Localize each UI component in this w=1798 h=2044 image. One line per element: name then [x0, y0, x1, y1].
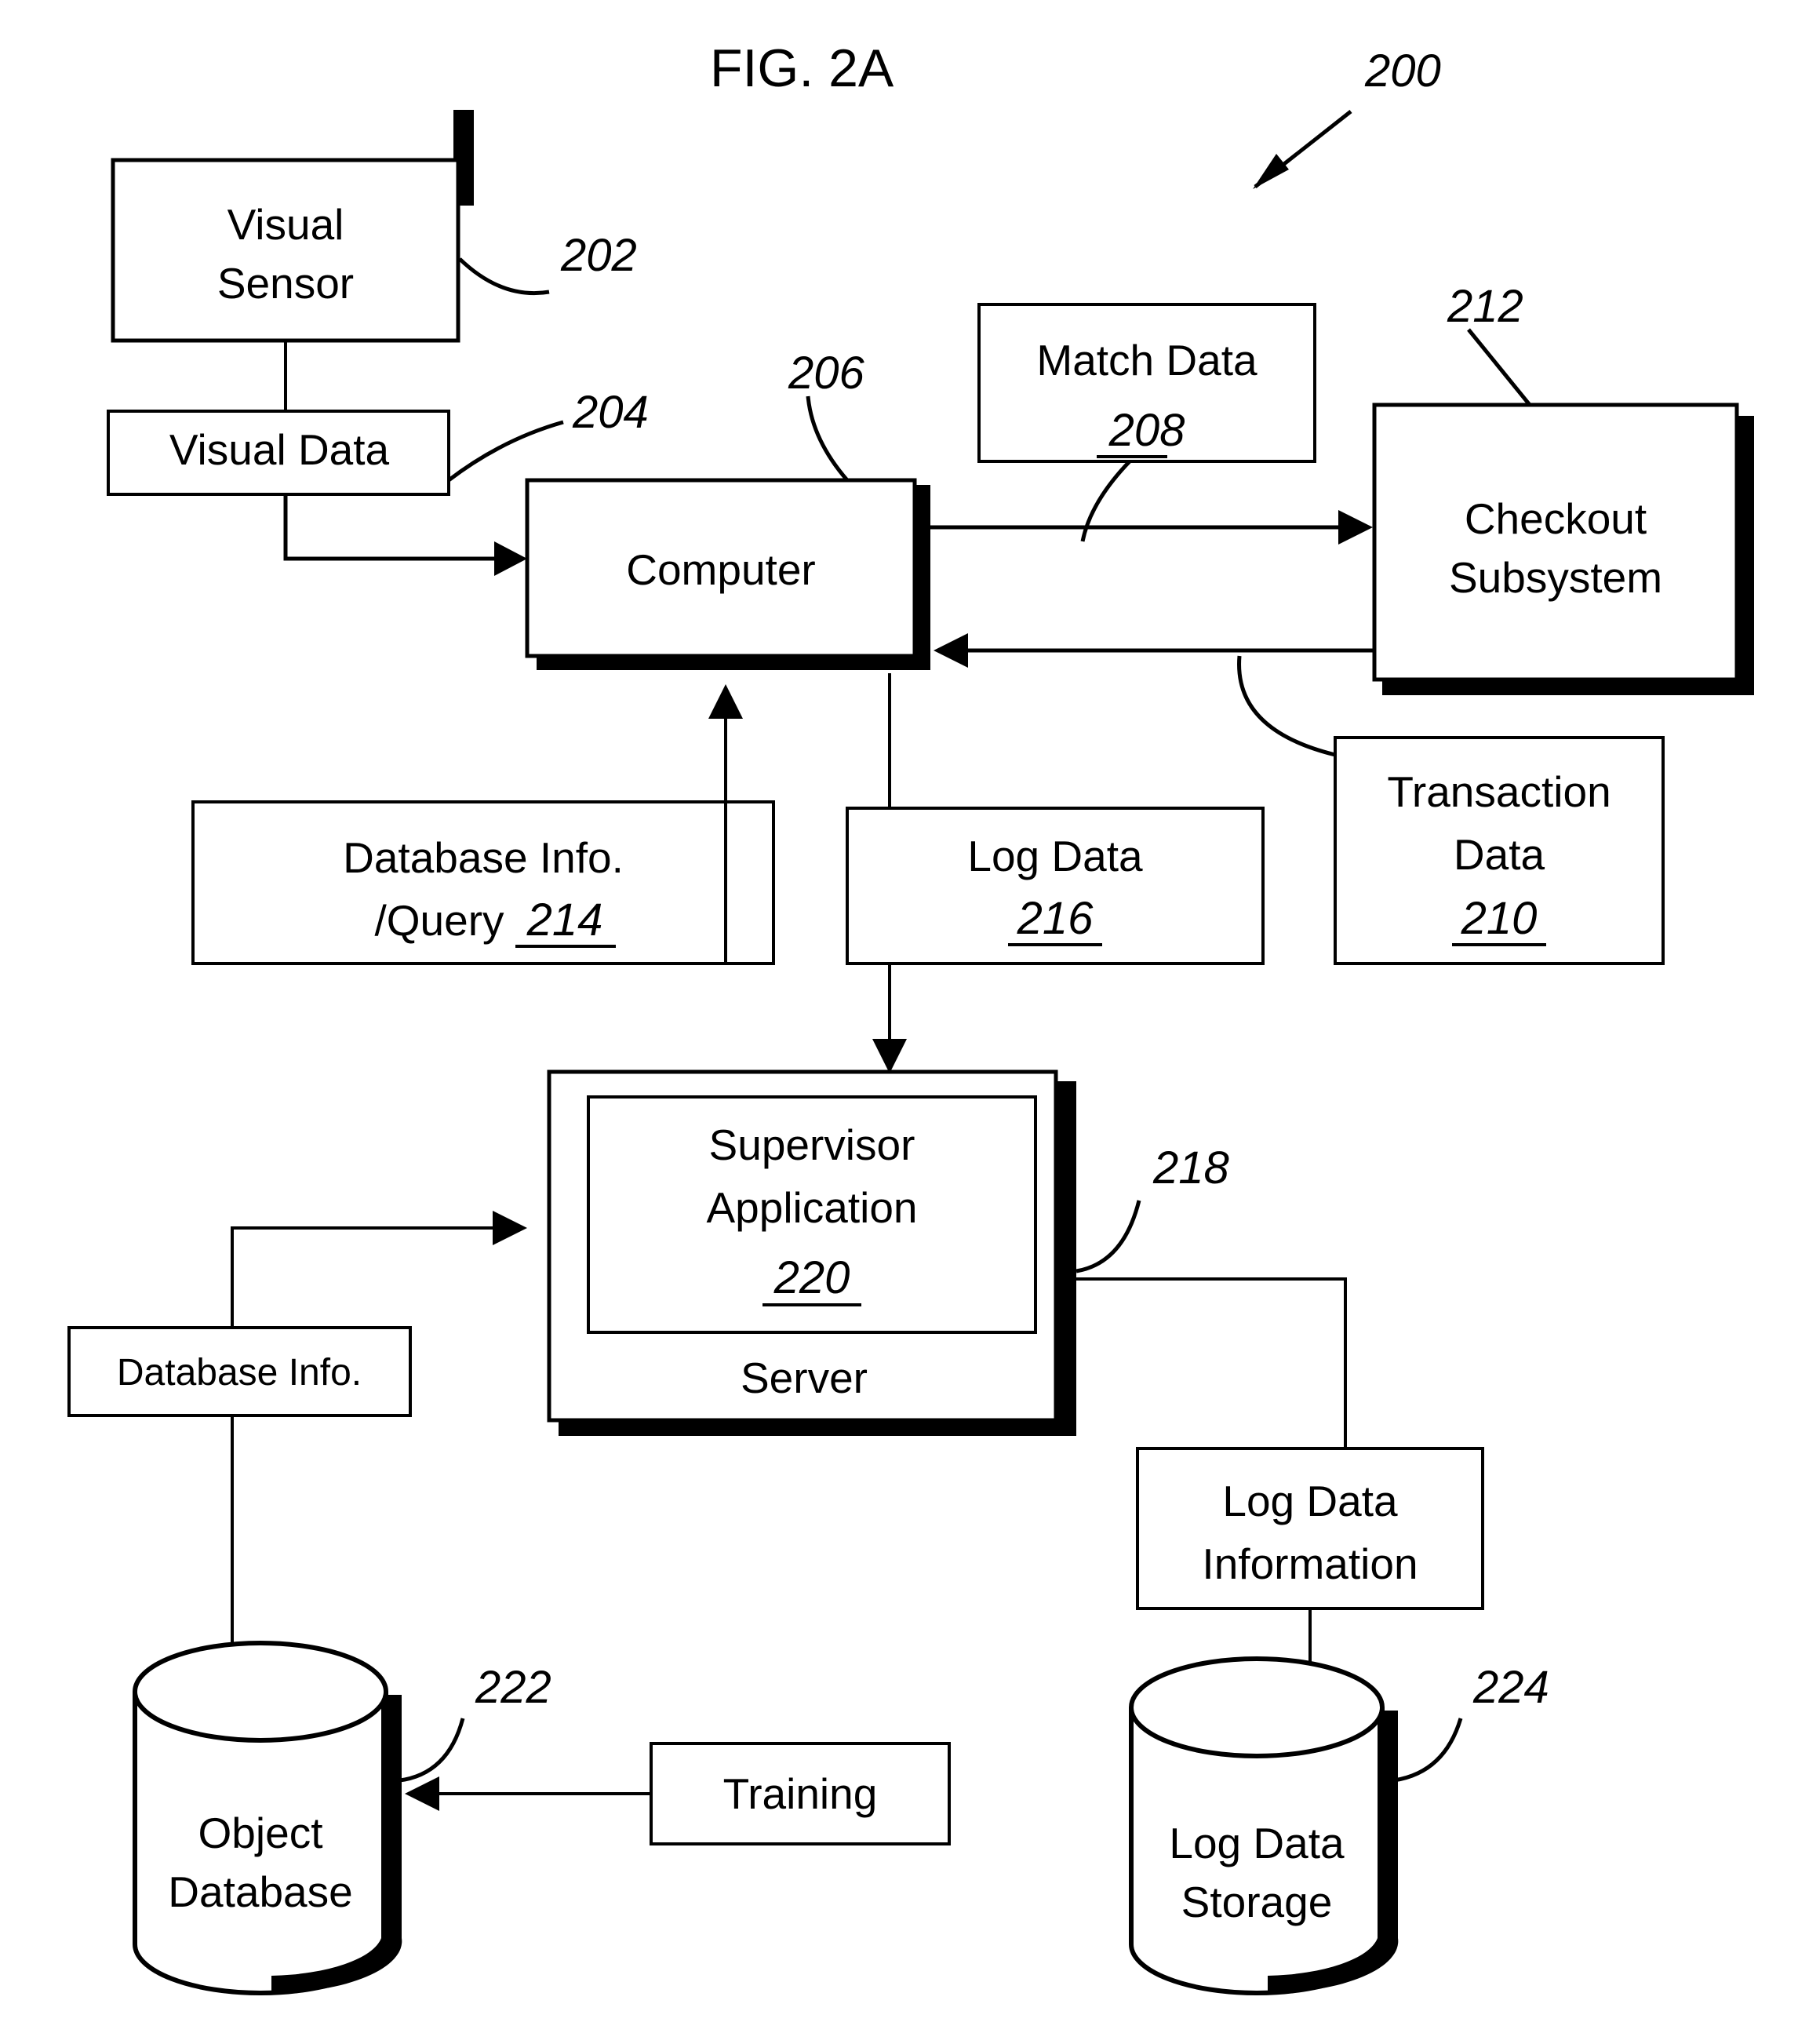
log-data-information-label-line2: Information	[1202, 1539, 1418, 1588]
leader-transaction-data	[1237, 655, 1336, 757]
ref-number-224: 224	[1472, 1662, 1549, 1713]
visual-sensor-label-line2: Sensor	[217, 259, 354, 308]
leader-204	[447, 420, 564, 482]
leader-202	[458, 257, 550, 296]
figure-canvas: FIG. 2A 200 Visual Sensor 202 Visual Dat…	[67, 38, 1754, 1995]
log-data-ref: 216	[1017, 893, 1094, 944]
ref-number-204: 204	[572, 387, 649, 438]
log-data-storage-label-line1: Log Data	[1169, 1819, 1345, 1867]
database-info-query-label-line1: Database Info.	[343, 833, 624, 882]
arrowhead-logdata-server	[872, 1039, 907, 1073]
patent-figure-2a: FIG. 2A 200 Visual Sensor 202 Visual Dat…	[0, 0, 1798, 2044]
ref-number-200: 200	[1364, 46, 1441, 97]
link-visualdata-to-computer	[283, 494, 506, 561]
visual-data-label: Visual Data	[169, 425, 390, 474]
transaction-data-ref: 210	[1461, 893, 1538, 944]
training-label: Training	[723, 1769, 878, 1818]
transaction-data-label-line2: Data	[1454, 830, 1545, 879]
leader-206	[806, 395, 849, 482]
checkout-subsystem-label-line2: Subsystem	[1449, 553, 1662, 602]
system-ref-arrowhead	[1253, 154, 1289, 189]
arrowhead-training-objectdb	[405, 1776, 439, 1811]
server-shadow-right	[1056, 1081, 1076, 1436]
supervisor-application-label-line1: Supervisor	[709, 1120, 915, 1169]
log-data-storage-cylinder-top	[1129, 1656, 1385, 1758]
leader-218	[1076, 1200, 1141, 1273]
log-data-label: Log Data	[967, 832, 1143, 880]
leader-222	[391, 1718, 465, 1783]
figure-title: FIG. 2A	[710, 38, 894, 98]
object-database-label-line2: Database	[168, 1867, 352, 1916]
ref-number-206: 206	[788, 348, 865, 399]
object-database-cylinder-top	[133, 1641, 388, 1743]
arrowhead-dbinfoquery-computer	[708, 684, 743, 719]
ref-number-222: 222	[475, 1662, 551, 1713]
match-data-ref: 208	[1108, 405, 1185, 456]
visual-sensor-label-line1: Visual	[227, 200, 344, 249]
arrowhead-computer-checkout	[1338, 510, 1373, 545]
ref-number-218: 218	[1152, 1142, 1229, 1193]
arrowhead-visualdata-computer	[494, 541, 527, 576]
arrowhead-checkout-computer	[934, 633, 968, 668]
transaction-data-label-line1: Transaction	[1387, 767, 1611, 816]
supervisor-application-ref: 220	[773, 1252, 850, 1303]
arrowhead-databaseinfo-server	[493, 1211, 527, 1245]
link-databaseinfo-to-server	[231, 1226, 502, 1332]
database-info-query-label-line2: /Query	[374, 896, 504, 945]
leader-224	[1386, 1718, 1463, 1783]
object-database-label-line1: Object	[198, 1809, 323, 1857]
ref-number-212: 212	[1447, 281, 1523, 332]
computer-label: Computer	[626, 545, 815, 594]
visual-sensor-box	[111, 158, 460, 343]
log-data-information-label-line1: Log Data	[1222, 1477, 1398, 1525]
server-label: Server	[741, 1354, 868, 1402]
checkout-subsystem-label-line1: Checkout	[1465, 494, 1647, 543]
database-info-query-ref: 214	[526, 894, 603, 945]
log-data-storage-label-line2: Storage	[1181, 1878, 1333, 1926]
leader-208	[1080, 460, 1131, 542]
database-info-label: Database Info.	[117, 1352, 362, 1394]
leader-212	[1467, 328, 1531, 406]
ref-number-202: 202	[560, 230, 637, 281]
link-server-to-logdatainfo	[1076, 1277, 1347, 1448]
match-data-label: Match Data	[1036, 336, 1258, 384]
supervisor-application-label-line2: Application	[706, 1183, 917, 1232]
